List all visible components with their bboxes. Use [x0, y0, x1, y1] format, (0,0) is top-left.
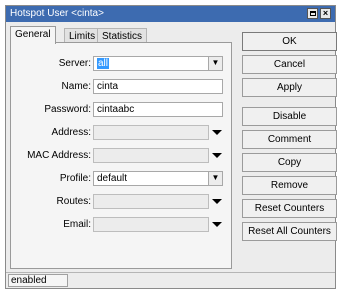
- password-label: Password:: [44, 104, 91, 115]
- ok-button[interactable]: OK: [242, 32, 337, 51]
- reset-all-counters-button[interactable]: Reset All Counters: [242, 222, 337, 241]
- server-label: Server:: [58, 58, 91, 69]
- profile-dropdown-icon[interactable]: ▼: [208, 172, 222, 185]
- mac-address-row: MAC Address:: [11, 148, 233, 163]
- profile-label: Profile:: [59, 173, 91, 184]
- copy-button[interactable]: Copy: [242, 153, 337, 172]
- email-label: Email:: [63, 219, 91, 230]
- name-label: Name:: [61, 81, 91, 92]
- restore-icon[interactable]: [307, 8, 318, 19]
- mac-address-label: MAC Address:: [27, 150, 91, 161]
- hotspot-user-window: Hotspot User <cinta> × General Limits St…: [5, 5, 337, 289]
- mac-address-input[interactable]: [93, 148, 209, 163]
- server-value: all: [97, 58, 110, 69]
- disable-button[interactable]: Disable: [242, 107, 337, 126]
- profile-row: Profile: default ▼: [11, 171, 233, 186]
- status-bar: enabled: [6, 272, 335, 288]
- status-text: enabled: [8, 274, 68, 287]
- server-select[interactable]: all ▼: [93, 56, 223, 71]
- name-row: Name: cinta: [11, 79, 233, 94]
- password-row: Password: cintaabc: [11, 102, 233, 117]
- address-expand-icon[interactable]: [212, 130, 222, 135]
- address-input[interactable]: [93, 125, 209, 140]
- routes-input[interactable]: [93, 194, 209, 209]
- general-panel: Server: all ▼ Name: cinta Password: cint…: [10, 42, 232, 269]
- email-input[interactable]: [93, 217, 209, 232]
- tab-statistics[interactable]: Statistics: [97, 28, 148, 43]
- window-title: Hotspot User <cinta>: [10, 8, 104, 19]
- routes-expand-icon[interactable]: [212, 199, 222, 204]
- comment-button[interactable]: Comment: [242, 130, 337, 149]
- email-expand-icon[interactable]: [212, 222, 222, 227]
- mac-address-expand-icon[interactable]: [212, 153, 222, 158]
- email-row: Email:: [11, 217, 233, 232]
- remove-button[interactable]: Remove: [242, 176, 337, 195]
- address-label: Address:: [51, 127, 91, 138]
- address-row: Address:: [11, 125, 233, 140]
- close-icon[interactable]: ×: [320, 8, 331, 19]
- tab-limits[interactable]: Limits: [64, 28, 101, 43]
- routes-label: Routes:: [56, 196, 91, 207]
- cancel-button[interactable]: Cancel: [242, 55, 337, 74]
- server-row: Server: all ▼: [11, 56, 233, 71]
- routes-row: Routes:: [11, 194, 233, 209]
- profile-value: default: [97, 173, 128, 184]
- tab-general[interactable]: General: [10, 26, 56, 44]
- name-input[interactable]: cinta: [93, 79, 223, 94]
- password-input[interactable]: cintaabc: [93, 102, 223, 117]
- server-dropdown-icon[interactable]: ▼: [208, 57, 222, 70]
- title-bar[interactable]: Hotspot User <cinta> ×: [6, 6, 335, 22]
- reset-counters-button[interactable]: Reset Counters: [242, 199, 337, 218]
- profile-select[interactable]: default ▼: [93, 171, 223, 186]
- apply-button[interactable]: Apply: [242, 78, 337, 97]
